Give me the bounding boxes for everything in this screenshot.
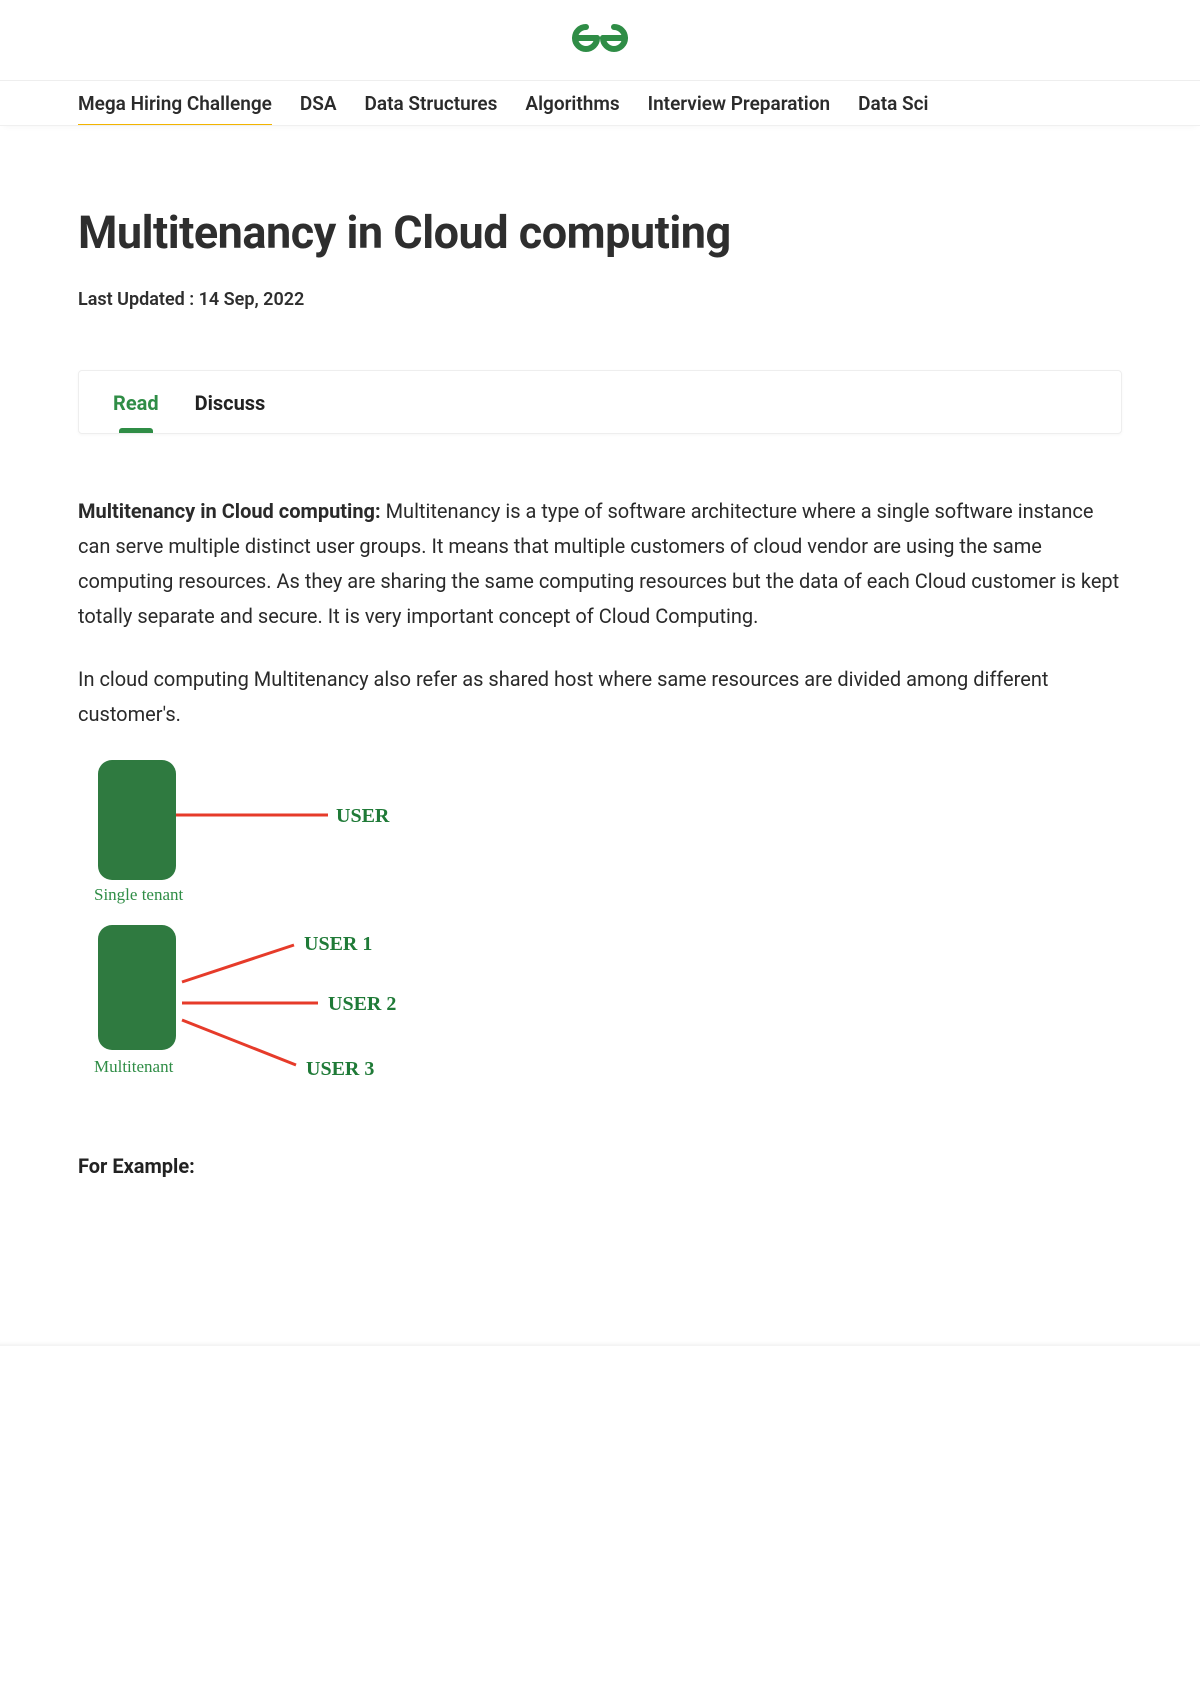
diagram-user3-label: USER 3 [306,1058,374,1080]
bottom-shadow [0,1338,1200,1346]
lead-bold: Multitenancy in Cloud computing: [78,499,386,523]
article-content: Multitenancy in Cloud computing Last Upd… [0,126,1200,1338]
diagram-multitenant-label: Multitenant [94,1057,174,1076]
paragraph-2: In cloud computing Multitenancy also ref… [78,662,1122,732]
diagram-single-tenant-label: Single tenant [94,885,184,904]
page-title: Multitenancy in Cloud computing [78,206,1122,259]
nav-item-data-science[interactable]: Data Sci [858,82,928,125]
diagram-user-label: USER [336,805,390,827]
article-tabs: Read Discuss [78,370,1122,434]
diagram-user2-label: USER 2 [328,993,396,1015]
header-logo-area [0,0,1200,81]
last-updated: Last Updated : 14 Sep, 2022 [78,289,1122,310]
lead-paragraph: Multitenancy in Cloud computing: Multite… [78,494,1122,634]
nav-item-algorithms[interactable]: Algorithms [525,82,619,125]
nav-item-interview-prep[interactable]: Interview Preparation [648,82,831,125]
for-example-heading: For Example: [78,1154,1122,1178]
top-nav: Mega Hiring Challenge DSA Data Structure… [0,81,1200,126]
tab-read[interactable]: Read [113,391,159,433]
nav-item-mega-hiring[interactable]: Mega Hiring Challenge [78,82,272,125]
tab-discuss[interactable]: Discuss [195,391,266,433]
nav-item-data-structures[interactable]: Data Structures [365,82,498,125]
tenancy-diagram: USER Single tenant Multitenant USER 1 US… [78,760,1122,1104]
nav-item-dsa[interactable]: DSA [300,82,337,125]
diagram-user1-label: USER 1 [304,933,372,955]
gfg-logo-icon[interactable] [570,21,630,59]
